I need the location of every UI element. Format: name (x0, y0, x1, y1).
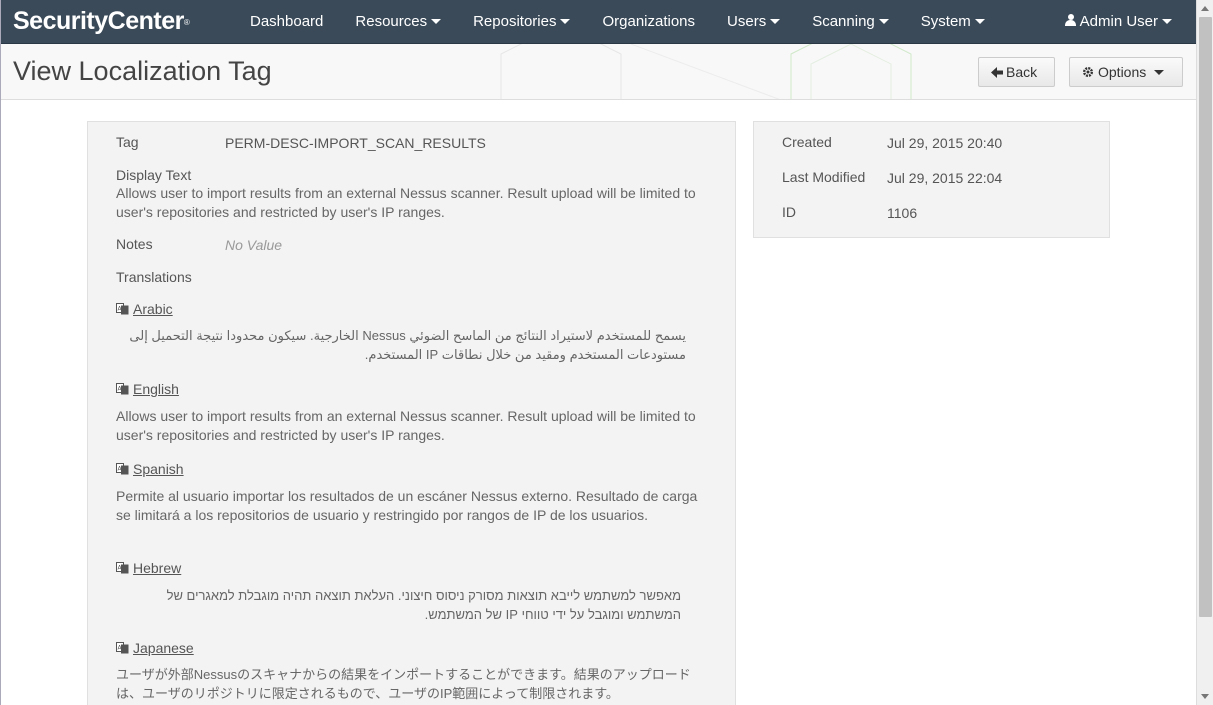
translation-link-japanese[interactable]: A Japanese (116, 640, 194, 656)
translations-label: Translations (116, 269, 192, 285)
translation-language: Spanish (133, 461, 184, 477)
main-nav: Dashboard Resources Repositories Organiz… (234, 0, 1001, 44)
translation-language: Hebrew (133, 560, 182, 576)
gear-icon (1083, 67, 1093, 78)
nav-dashboard-label: Dashboard (250, 13, 324, 30)
chevron-down-icon (431, 18, 442, 24)
back-button[interactable]: Back (978, 57, 1055, 87)
translation-text-japanese: ユーザが外部Nessusのスキャナからの結果をインポートすることができます。結果… (116, 667, 691, 701)
nav-users[interactable]: Users (711, 0, 796, 44)
language-icon: A (116, 463, 129, 475)
nav-organizations-label: Organizations (602, 13, 696, 30)
translation-language: Arabic (133, 301, 173, 317)
header-background-pattern (500, 44, 912, 99)
nav-scanning-label: Scanning (812, 13, 875, 30)
back-button-label: Back (1006, 64, 1038, 80)
language-icon: A (116, 383, 129, 395)
nav-repositories-label: Repositories (473, 13, 557, 30)
created-value: Jul 29, 2015 20:40 (887, 135, 1003, 151)
app-window: SecurityCenter® Dashboard Resources Repo… (0, 0, 1213, 705)
nav-system[interactable]: System (905, 0, 1001, 44)
translation-link-spanish[interactable]: A Spanish (116, 461, 184, 477)
translation-text-hebrew: מאפשר למשתמש לייבא תוצאות מסורק ניסוס חי… (166, 588, 681, 622)
translation-text-english: Allows user to import results from an ex… (116, 408, 696, 443)
nav-system-label: System (920, 13, 971, 30)
translation-language: English (133, 381, 179, 397)
nav-users-label: Users (727, 13, 767, 30)
nav-scanning[interactable]: Scanning (796, 0, 905, 44)
vertical-scrollbar[interactable] (1196, 0, 1213, 705)
translation-text-arabic: يسمح للمستخدم لاستيراد النتائج من الماسح… (129, 328, 686, 362)
chevron-down-icon (974, 18, 985, 24)
last-modified-value: Jul 29, 2015 22:04 (887, 170, 1003, 186)
created-label: Created (782, 134, 832, 150)
display-text-label: Display Text (116, 167, 192, 183)
id-label: ID (782, 204, 796, 220)
user-menu-label: Admin User (1079, 13, 1158, 30)
scroll-down-icon[interactable] (1201, 694, 1209, 699)
page-header: View Localization Tag Back Options (1, 44, 1196, 100)
top-navbar: SecurityCenter® Dashboard Resources Repo… (1, 0, 1196, 44)
language-icon: A (116, 562, 129, 574)
scrollbar-thumb[interactable] (1199, 17, 1212, 617)
brand-registered-mark: ® (183, 18, 190, 27)
nav-organizations[interactable]: Organizations (586, 0, 711, 44)
notes-value: No Value (225, 237, 283, 253)
user-icon (1064, 14, 1076, 27)
scroll-up-icon[interactable] (1201, 6, 1209, 11)
language-icon: A (116, 303, 129, 315)
page-title: View Localization Tag (13, 56, 272, 86)
chevron-down-icon (1154, 69, 1165, 75)
id-value: 1106 (887, 205, 918, 221)
tag-value: PERM-DESC-IMPORT_SCAN_RESULTS (225, 135, 486, 151)
nav-repositories[interactable]: Repositories (457, 0, 586, 44)
chevron-down-icon (560, 18, 571, 24)
translation-link-hebrew[interactable]: A Hebrew (116, 560, 181, 576)
translation-language: Japanese (133, 640, 194, 656)
chevron-down-icon (770, 18, 781, 24)
options-button[interactable]: Options (1069, 57, 1183, 87)
last-modified-label: Last Modified (782, 169, 866, 185)
tag-label: Tag (116, 134, 139, 150)
chevron-down-icon (1162, 18, 1172, 24)
chevron-down-icon (878, 18, 889, 24)
translation-link-english[interactable]: A English (116, 381, 179, 397)
nav-dashboard[interactable]: Dashboard (234, 0, 339, 44)
options-button-label: Options (1098, 64, 1147, 80)
nav-resources-label: Resources (355, 13, 428, 30)
translation-text-spanish: Permite al usuario importar los resultad… (116, 488, 698, 523)
brand-logo[interactable]: SecurityCenter® (13, 6, 190, 36)
tag-metadata-panel: Created Jul 29, 2015 20:40 Last Modified… (753, 121, 1110, 238)
tag-details-panel: Tag PERM-DESC-IMPORT_SCAN_RESULTS Displa… (87, 121, 736, 705)
language-icon: A (116, 642, 129, 654)
brand-name: SecurityCenter (13, 7, 184, 35)
user-menu[interactable]: Admin User (1064, 0, 1172, 44)
arrow-left-icon (991, 66, 1003, 78)
display-text-value: Allows user to import results from an ex… (116, 185, 696, 220)
notes-label: Notes (116, 236, 153, 252)
nav-resources[interactable]: Resources (339, 0, 457, 44)
translation-link-arabic[interactable]: A Arabic (116, 301, 173, 317)
